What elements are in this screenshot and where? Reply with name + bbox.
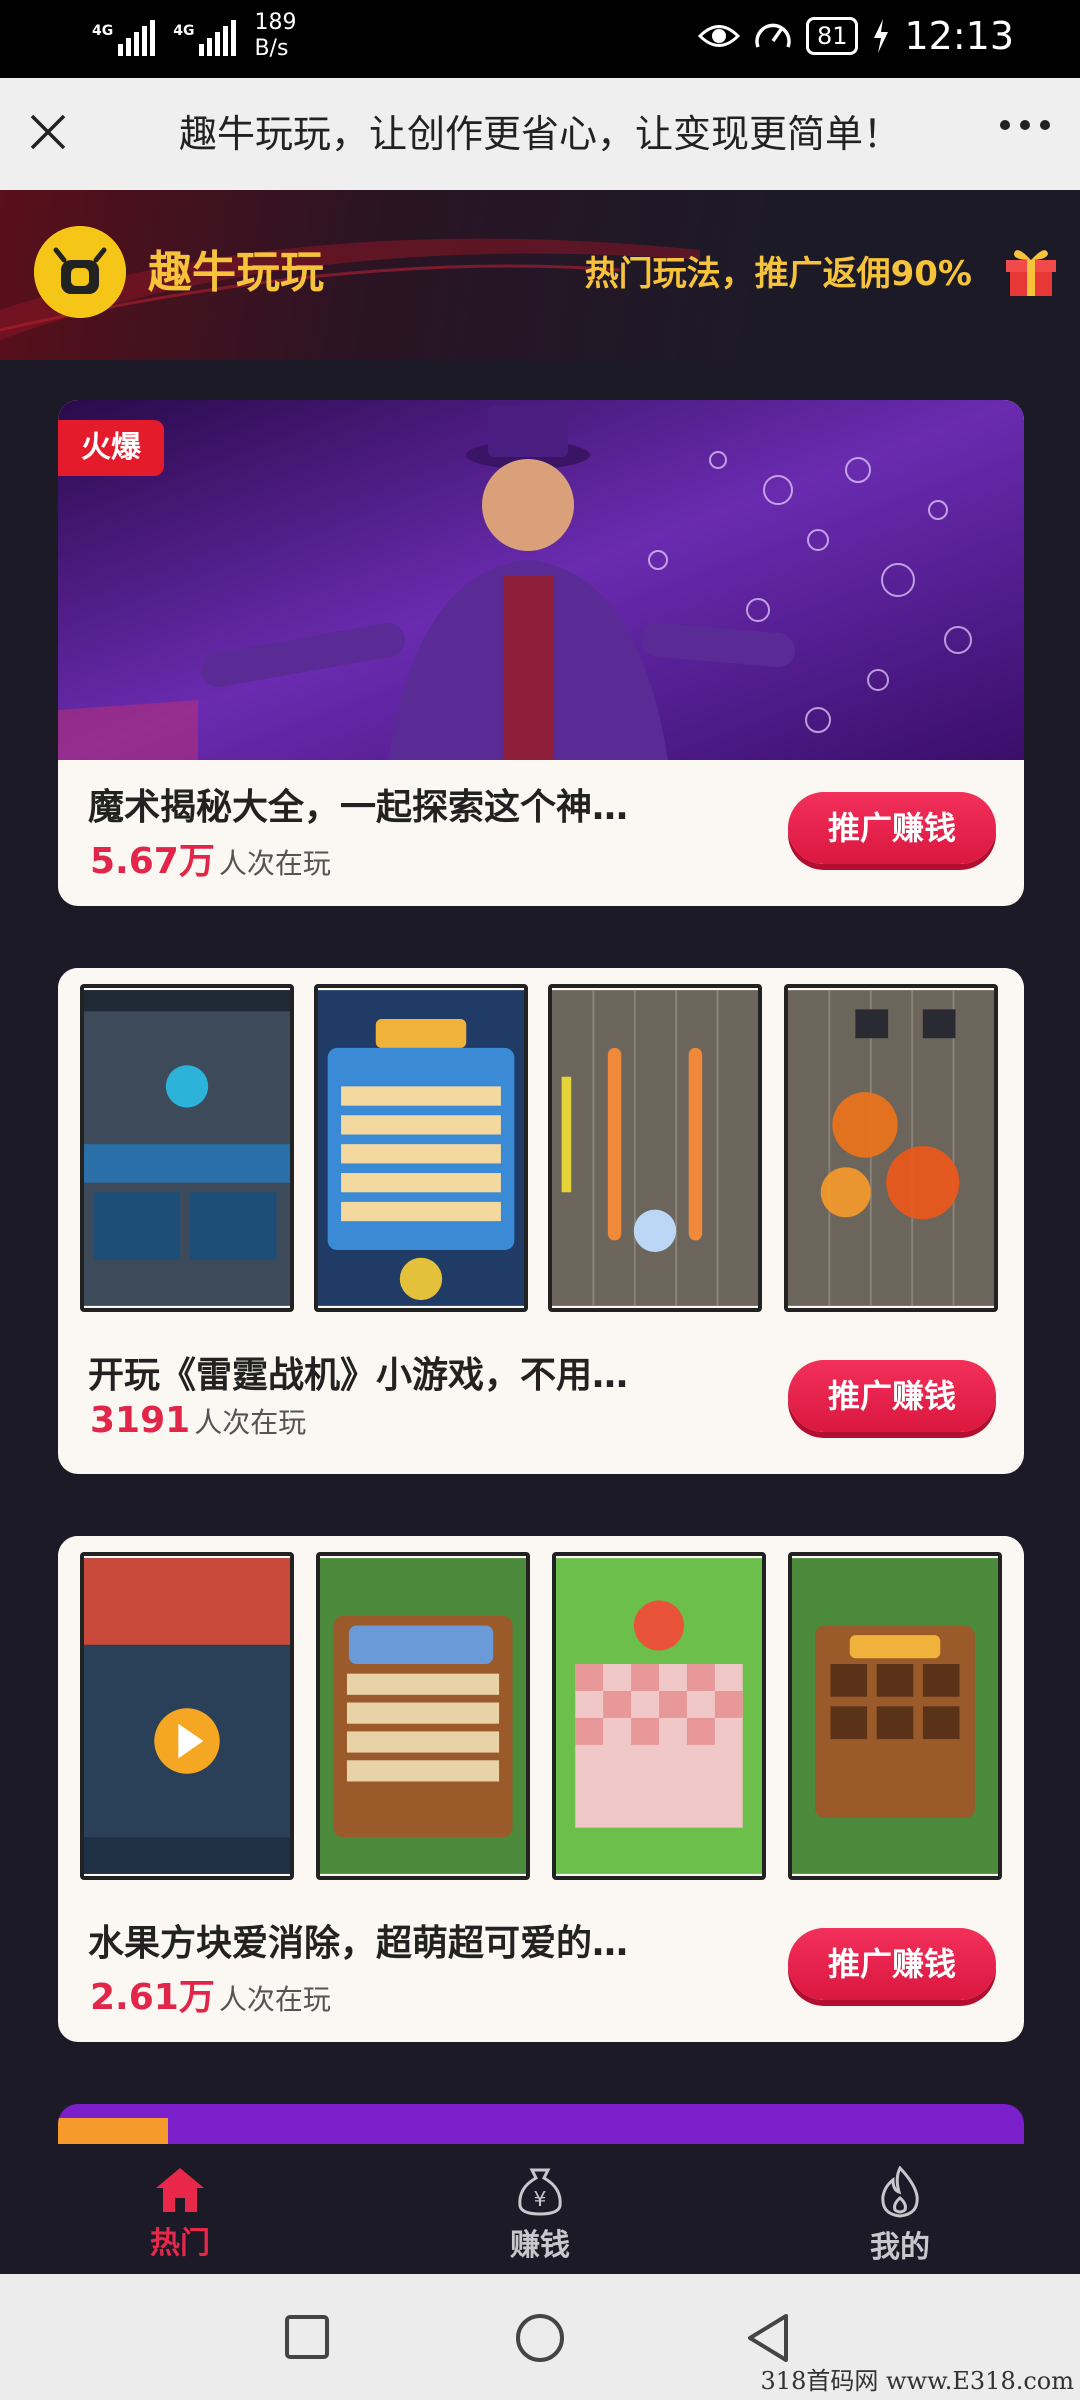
watermark: 318首码网 www.E318.com [760, 2367, 1074, 2395]
promote-earn-button[interactable]: 推广赚钱 [788, 1360, 996, 1432]
game-card-partial[interactable] [58, 2104, 1024, 2144]
brand-banner: 趣牛玩玩 热门玩法，推广返佣90% [0, 190, 1080, 360]
svg-text:¥: ¥ [534, 2187, 547, 2211]
tab-mine[interactable]: 我的 [830, 2166, 970, 2266]
tab-label: 赚钱 [510, 2228, 570, 2263]
card-cover-image [58, 400, 1024, 760]
status-left: 4G 4G 189 B/s [92, 10, 296, 62]
card-title: 魔术揭秘大全，一起探索这个神… [88, 787, 629, 828]
close-icon[interactable] [28, 112, 68, 152]
more-icon[interactable] [1000, 120, 1050, 130]
home-button-icon[interactable] [514, 2312, 566, 2364]
title-bar: 趣牛玩玩，让创作更省心，让变现更简单！ [0, 78, 1080, 190]
game-card[interactable]: 开玩《雷霆战机》小游戏，不用… 3191 人次在玩 推广赚钱 [58, 968, 1024, 1474]
money-bag-icon: ¥ [518, 2168, 562, 2216]
page-title: 趣牛玩玩，让创作更省心，让变现更简单！ [178, 112, 901, 156]
tab-earn[interactable]: ¥ 赚钱 [470, 2166, 610, 2264]
promote-earn-button[interactable]: 推广赚钱 [788, 792, 996, 864]
card-screenshots [58, 968, 1024, 1328]
game-screenshot [548, 984, 762, 1312]
game-screenshot [552, 1552, 766, 1880]
status-right: 81 12:13 [697, 14, 1014, 58]
back-icon[interactable] [744, 2312, 790, 2364]
game-screenshot [80, 984, 294, 1312]
play-count: 3191 人次在玩 [90, 1400, 307, 1441]
eye-icon [697, 25, 740, 47]
brand-slogan[interactable]: 热门玩法，推广返佣90% [585, 246, 972, 295]
cell-signal-icon: 4G [92, 16, 156, 56]
tab-label: 我的 [870, 2230, 930, 2265]
hot-badge: 火爆 [58, 420, 164, 476]
play-count: 5.67万 人次在玩 [90, 841, 331, 882]
brand-name: 趣牛玩玩 [148, 247, 324, 298]
game-screenshot [80, 1552, 294, 1880]
game-card[interactable]: 水果方块爱消除，超萌超可爱的… 2.61万 人次在玩 推广赚钱 [58, 1536, 1024, 2042]
promote-earn-button[interactable]: 推广赚钱 [788, 1928, 996, 2000]
tab-label: 热门 [150, 2226, 210, 2261]
clock: 12:13 [904, 14, 1014, 58]
flame-icon [881, 2166, 919, 2218]
cell-signal-icon: 4G [173, 16, 237, 56]
tab-hot[interactable]: 热门 [110, 2166, 250, 2262]
card-title: 水果方块爱消除，超萌超可爱的… [88, 1923, 629, 1964]
recents-icon[interactable] [284, 2314, 330, 2360]
game-screenshot [314, 984, 528, 1312]
status-bar: 4G 4G 189 B/s 81 12:13 [0, 0, 1080, 78]
network-type-label: 4G [173, 23, 195, 39]
play-count: 2.61万 人次在玩 [90, 1977, 331, 2018]
card-badge [58, 2118, 168, 2144]
game-screenshot [316, 1552, 530, 1880]
card-title: 开玩《雷霆战机》小游戏，不用… [88, 1355, 629, 1396]
bottom-tab-bar: 热门 ¥ 赚钱 我的 [0, 2144, 1080, 2274]
home-icon [156, 2168, 204, 2212]
game-screenshot [788, 1552, 1002, 1880]
system-navigation-bar: 318首码网 www.E318.com [0, 2274, 1080, 2400]
network-type-label: 4G [92, 23, 114, 39]
card-screenshots [58, 1536, 1024, 1896]
charging-icon [874, 19, 889, 53]
game-card[interactable]: 火爆 魔术揭秘大全，一起探索这个神… 5.67万 人次在玩 推广赚钱 [58, 400, 1024, 906]
network-speed: 189 B/s [254, 10, 297, 61]
game-screenshot [784, 984, 998, 1312]
battery-indicator: 81 [805, 17, 859, 55]
brand-logo-icon [34, 226, 126, 318]
speedometer-icon [755, 23, 791, 48]
gift-icon[interactable] [1002, 242, 1060, 298]
